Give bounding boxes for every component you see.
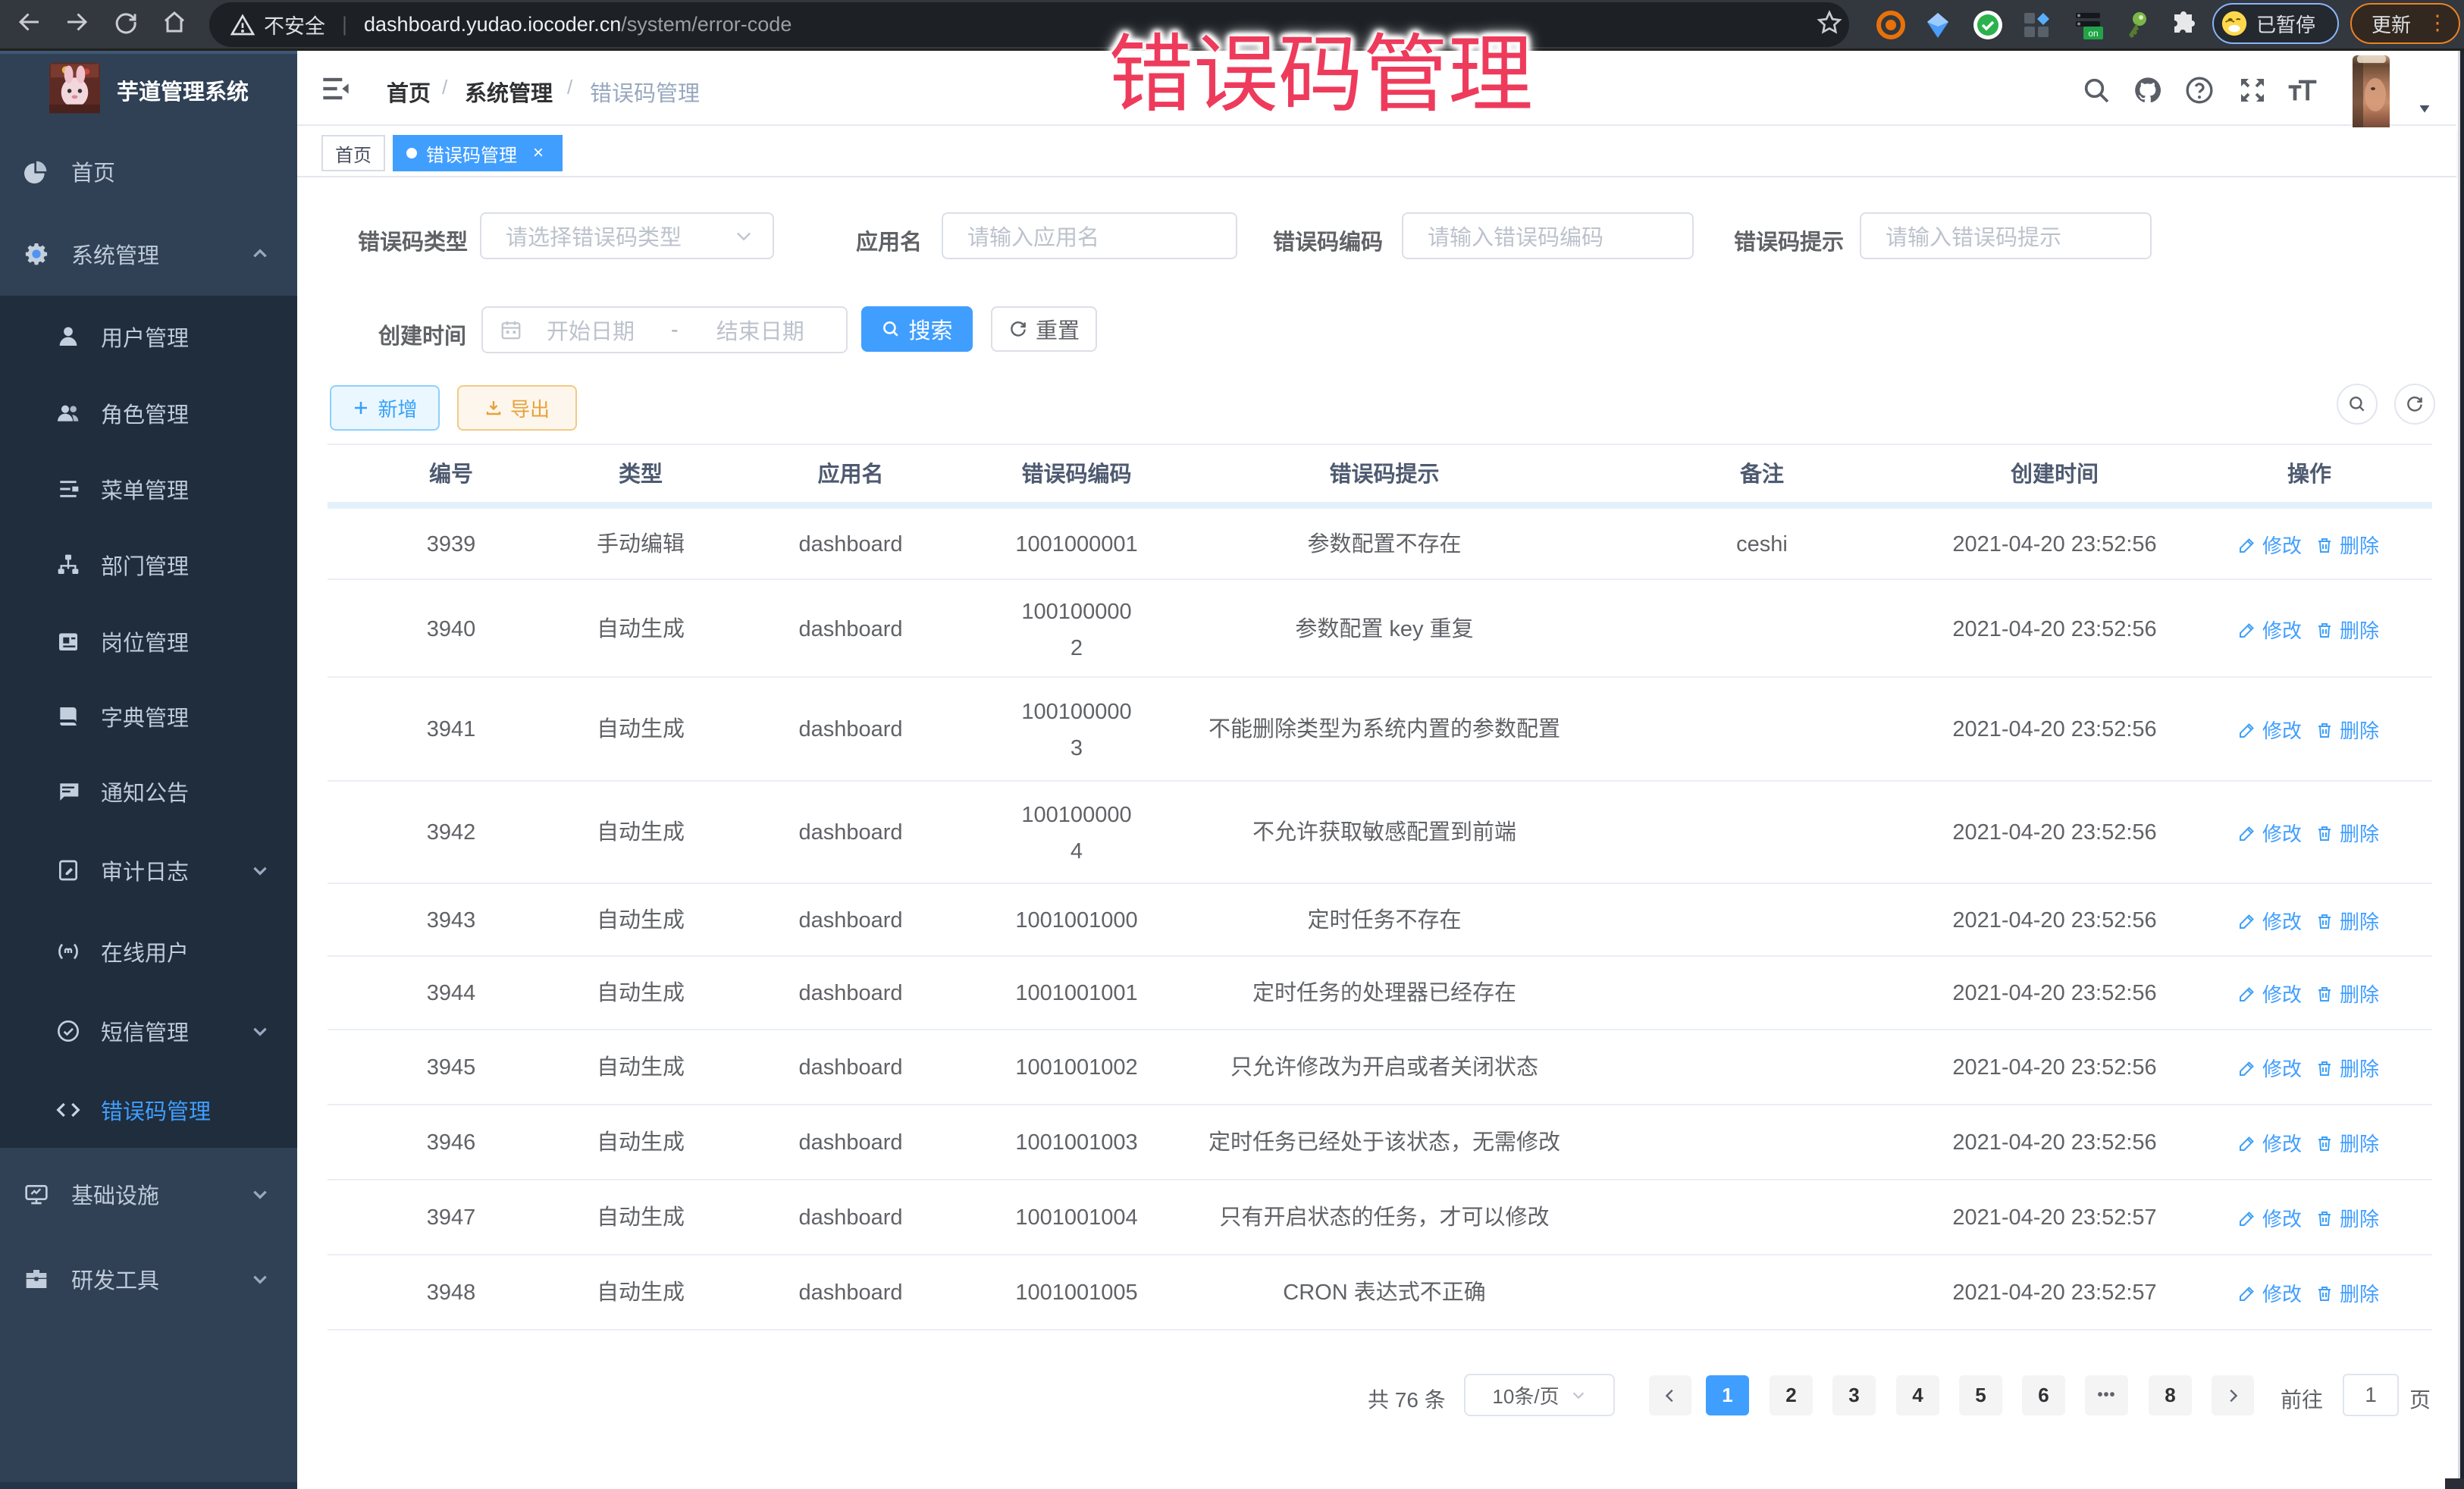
svg-text:on: on <box>2088 28 2098 39</box>
